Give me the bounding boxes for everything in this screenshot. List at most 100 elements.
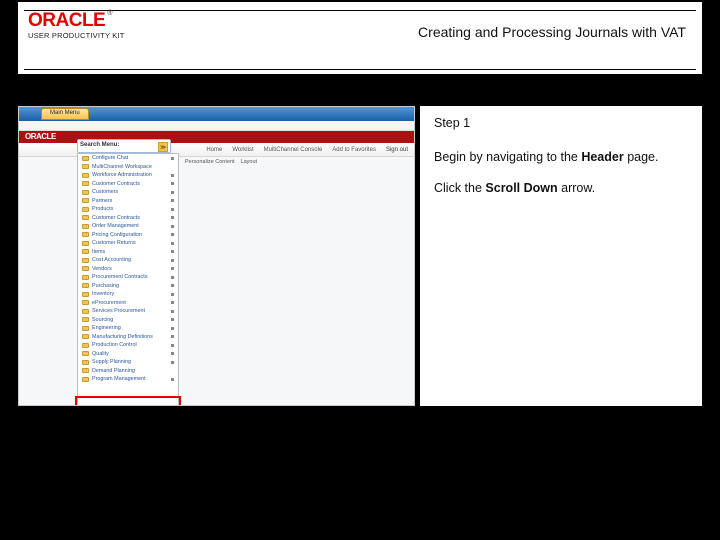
menu-item[interactable]: Customer Returns bbox=[78, 239, 178, 248]
folder-icon bbox=[82, 326, 89, 331]
folder-icon bbox=[82, 377, 89, 382]
menu-item-label: Quality bbox=[92, 351, 168, 357]
nav-home[interactable]: Home bbox=[206, 147, 222, 153]
menu-item-label: MultiChannel Workspace bbox=[92, 164, 178, 170]
menu-item-label: Configure Chat bbox=[92, 155, 168, 161]
expand-icon[interactable] bbox=[171, 318, 174, 321]
expand-icon[interactable] bbox=[171, 250, 174, 253]
menu-item-label: Inventory bbox=[92, 291, 168, 297]
expand-icon[interactable] bbox=[171, 293, 174, 296]
expand-icon[interactable] bbox=[171, 301, 174, 304]
expand-icon[interactable] bbox=[171, 191, 174, 194]
folder-icon bbox=[82, 275, 89, 280]
menu-search-go-icon[interactable]: ≫ bbox=[158, 142, 168, 152]
logo-oracle-word: ORACLE bbox=[28, 10, 105, 31]
expand-icon[interactable] bbox=[171, 216, 174, 219]
menu-item[interactable]: Customers bbox=[78, 188, 178, 197]
menu-item[interactable]: Production Control bbox=[78, 341, 178, 350]
expand-icon[interactable] bbox=[171, 174, 174, 177]
menu-item[interactable]: Customer Contracts bbox=[78, 180, 178, 189]
divider-top bbox=[24, 10, 696, 11]
menu-item-label: Workforce Administration bbox=[92, 172, 168, 178]
menu-item[interactable]: Purchasing bbox=[78, 282, 178, 291]
menu-item[interactable]: Order Management bbox=[78, 222, 178, 231]
menu-item-label: Customer Contracts bbox=[92, 181, 168, 187]
expand-icon[interactable] bbox=[171, 225, 174, 228]
folder-icon bbox=[82, 249, 89, 254]
menu-item[interactable]: Products bbox=[78, 205, 178, 214]
folder-icon bbox=[82, 292, 89, 297]
step-highlight-box bbox=[75, 396, 181, 406]
expand-icon[interactable] bbox=[171, 199, 174, 202]
menu-item[interactable]: Partners bbox=[78, 197, 178, 206]
menu-item-label: Order Management bbox=[92, 223, 168, 229]
personalize-layout-link[interactable]: Layout bbox=[241, 159, 258, 165]
menu-item-label: Customer Returns bbox=[92, 240, 168, 246]
browser-tab[interactable]: Main Menu bbox=[41, 108, 89, 120]
folder-icon bbox=[82, 283, 89, 288]
nav-worklist[interactable]: Worklist bbox=[232, 147, 253, 153]
menu-item[interactable]: Sourcing bbox=[78, 316, 178, 325]
menu-item-label: Products bbox=[92, 206, 168, 212]
personalize-content-link[interactable]: Personalize Content bbox=[185, 159, 235, 165]
expand-icon[interactable] bbox=[171, 344, 174, 347]
expand-icon[interactable] bbox=[171, 276, 174, 279]
menu-item[interactable]: Quality bbox=[78, 350, 178, 359]
expand-icon[interactable] bbox=[171, 352, 174, 355]
expand-icon[interactable] bbox=[171, 327, 174, 330]
menu-item[interactable]: Demand Planning bbox=[78, 367, 178, 376]
expand-icon[interactable] bbox=[171, 335, 174, 338]
instruction-line-2: Click the Scroll Down arrow. bbox=[434, 181, 688, 197]
expand-icon[interactable] bbox=[171, 284, 174, 287]
menu-item[interactable]: eProcurement bbox=[78, 299, 178, 308]
expand-icon[interactable] bbox=[171, 259, 174, 262]
nav-signout[interactable]: Sign out bbox=[386, 147, 408, 153]
expand-icon[interactable] bbox=[171, 182, 174, 185]
folder-icon bbox=[82, 207, 89, 212]
menu-search-box[interactable]: Search Menu: ≫ bbox=[77, 139, 171, 153]
menu-item[interactable]: MultiChannel Workspace bbox=[78, 163, 178, 172]
menu-item[interactable]: Services Procurement bbox=[78, 307, 178, 316]
instruction-line-1-bold: Header bbox=[581, 150, 623, 164]
menu-item[interactable]: Procurement Contracts bbox=[78, 273, 178, 282]
menu-item[interactable]: Pricing Configuration bbox=[78, 231, 178, 240]
menu-item[interactable]: Inventory bbox=[78, 290, 178, 299]
instruction-line-1-post: page. bbox=[624, 150, 659, 164]
expand-icon[interactable] bbox=[171, 157, 174, 160]
folder-icon bbox=[82, 164, 89, 169]
expand-icon[interactable] bbox=[171, 310, 174, 313]
menu-item-label: Program Management bbox=[92, 376, 168, 382]
nav-multichannel[interactable]: MultiChannel Console bbox=[264, 147, 323, 153]
browser-addressbar[interactable] bbox=[19, 121, 414, 131]
menu-item-label: Demand Planning bbox=[92, 368, 178, 374]
expand-icon[interactable] bbox=[171, 208, 174, 211]
expand-icon[interactable] bbox=[171, 242, 174, 245]
folder-icon bbox=[82, 241, 89, 246]
menu-item[interactable]: Cost Accounting bbox=[78, 256, 178, 265]
menu-item[interactable]: Vendors bbox=[78, 265, 178, 274]
menu-item[interactable]: Customer Contracts bbox=[78, 214, 178, 223]
expand-icon[interactable] bbox=[171, 378, 174, 381]
menu-item[interactable]: Supply Planning bbox=[78, 358, 178, 367]
menu-item[interactable]: Manufacturing Definitions bbox=[78, 333, 178, 342]
folder-icon bbox=[82, 181, 89, 186]
folder-icon bbox=[82, 156, 89, 161]
page-title: Creating and Processing Journals with VA… bbox=[418, 24, 686, 40]
menu-item[interactable]: Configure Chat bbox=[78, 154, 178, 163]
instruction-panel: Step 1 Begin by navigating to the Header… bbox=[420, 106, 702, 406]
expand-icon[interactable] bbox=[171, 267, 174, 270]
menu-item-label: Customer Contracts bbox=[92, 215, 168, 221]
menu-item[interactable]: Engineering bbox=[78, 324, 178, 333]
menu-item-label: Customers bbox=[92, 189, 168, 195]
expand-icon[interactable] bbox=[171, 233, 174, 236]
instruction-line-2-pre: Click the bbox=[434, 181, 485, 195]
expand-icon[interactable] bbox=[171, 361, 174, 364]
nav-add-favorites[interactable]: Add to Favorites bbox=[332, 147, 376, 153]
personalize-row: Personalize Content Layout bbox=[185, 157, 415, 167]
menu-item[interactable]: Workforce Administration bbox=[78, 171, 178, 180]
menu-item[interactable]: Items bbox=[78, 248, 178, 257]
menu-item[interactable]: Program Management bbox=[78, 375, 178, 384]
menu-item-label: Cost Accounting bbox=[92, 257, 168, 263]
embedded-screenshot: Main Menu ORACLE Home Worklist MultiChan… bbox=[18, 106, 415, 406]
oracle-upk-logo: ORACLE® USER PRODUCTIVITY KIT bbox=[28, 10, 125, 40]
